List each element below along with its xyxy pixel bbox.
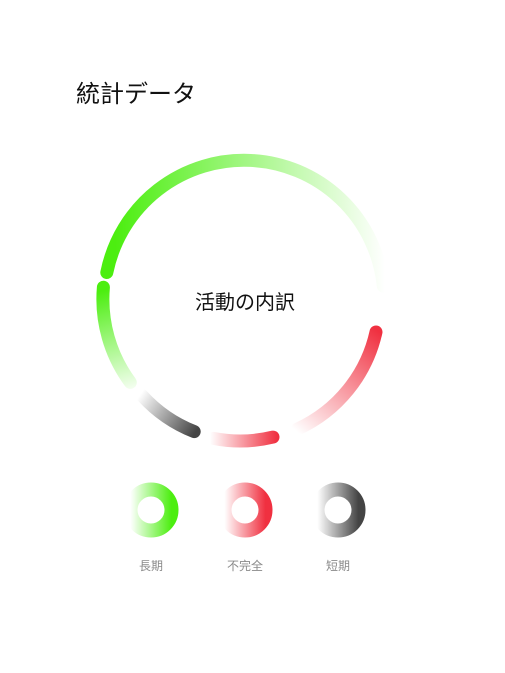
legend-item-long-term: 長期 [111, 480, 191, 580]
legend-item-incomplete: 不完全 [205, 480, 285, 580]
legend: 長期 不完全 短期 [0, 480, 505, 580]
ring-center-label: 活動の内訳 [195, 289, 295, 314]
legend-label-short-term: 短期 [325, 559, 350, 573]
legend-label-incomplete: 不完全 [226, 559, 263, 573]
legend-label-long-term: 長期 [138, 559, 163, 573]
incomplete-donut-icon [217, 482, 273, 538]
short-term-donut-icon [310, 482, 366, 538]
long-term-donut-icon [123, 482, 179, 538]
activity-breakdown-ring: 活動の内訳 [95, 150, 395, 450]
page-title: 統計データ [76, 80, 196, 108]
legend-item-short-term: 短期 [298, 480, 378, 580]
